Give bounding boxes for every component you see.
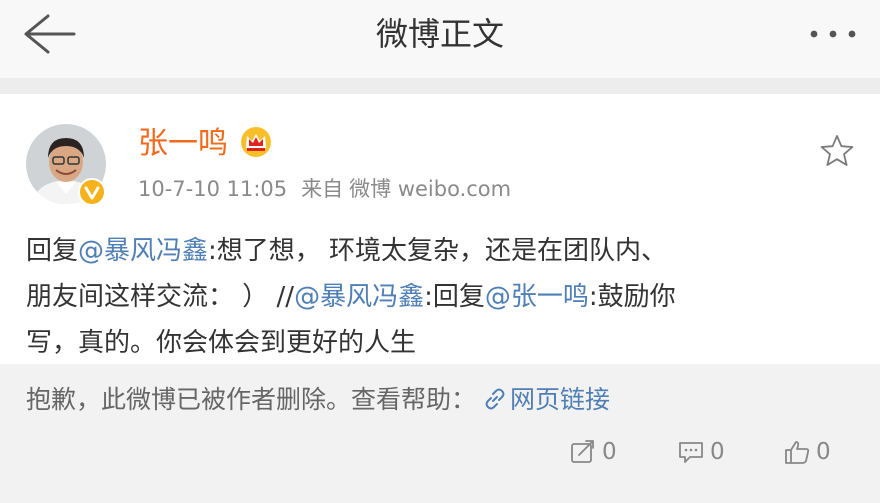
comment-count: 0 [710, 439, 725, 465]
comment-button[interactable]: 0 [678, 434, 725, 470]
like-icon [785, 441, 810, 464]
like-button[interactable]: 0 [784, 434, 831, 470]
post-time: 10-7-10 11:05 [138, 177, 288, 201]
post-text-segment: :想了想， 环境太复杂，还是在团队内、 [208, 236, 668, 266]
user-mention-link[interactable]: @暴风冯鑫 [78, 236, 208, 266]
post-source: 微博 weibo.com [349, 177, 512, 201]
repost-icon [571, 440, 594, 463]
user-mention-link[interactable]: @暴风冯鑫 [294, 282, 424, 312]
deleted-notice: 抱歉，此微博已被作者删除。查看帮助： 网页链接 [26, 382, 610, 418]
web-link[interactable]: 网页链接 [476, 385, 610, 414]
repost-count: 0 [602, 439, 617, 465]
post-body-line: 朋友间这样交流： ） //@暴风冯鑫:回复@张一鸣:鼓励你 [26, 274, 856, 320]
link-icon [485, 388, 505, 410]
post-body: 回复@暴风冯鑫:想了想， 环境太复杂，还是在团队内、 朋友间这样交流： ） //@… [26, 228, 856, 366]
page-title: 微博正文 [375, 15, 504, 53]
top-navigation-bar: 微博正文 [0, 0, 880, 78]
post-body-line: 回复@暴风冯鑫:想了想， 环境太复杂，还是在团队内、 [26, 228, 856, 274]
favorite-button[interactable] [820, 134, 854, 168]
post-source-prefix: 来自 [301, 177, 344, 201]
repost-button[interactable]: 0 [570, 434, 617, 470]
post-text-segment: 写，真的。你会体会到更好的人生 [26, 328, 417, 358]
web-link-label: 网页链接 [510, 385, 611, 414]
section-divider [0, 78, 880, 94]
user-mention-link[interactable]: @张一鸣 [485, 282, 589, 312]
post-text-segment: 回复 [26, 236, 79, 266]
deleted-notice-text: 抱歉，此微博已被作者删除。查看帮助： [26, 385, 477, 414]
post-body-line: 写，真的。你会体会到更好的人生 [26, 320, 856, 366]
comment-icon [679, 442, 703, 463]
more-options-button[interactable] [808, 22, 858, 46]
post-footer: 抱歉，此微博已被作者删除。查看帮助： 网页链接 0 0 0 [0, 364, 880, 503]
more-dots-icon [810, 30, 856, 38]
crown-icon[interactable] [240, 126, 272, 158]
verified-badge-icon [78, 178, 106, 206]
weibo-post-card: 张一鸣 10-7-10 11:05 来自 微博 weibo.com 回复@暴风冯鑫:… [0, 94, 880, 364]
post-meta: 10-7-10 11:05 来自 微博 weibo.com [138, 174, 525, 204]
post-text-segment: 朋友间这样交流： ） // [26, 282, 295, 312]
username[interactable]: 张一鸣 [138, 124, 228, 164]
post-text-segment: :回复 [424, 282, 485, 312]
star-outline-icon [820, 135, 854, 166]
like-count: 0 [816, 439, 831, 465]
post-text-segment: :鼓励你 [588, 282, 676, 312]
